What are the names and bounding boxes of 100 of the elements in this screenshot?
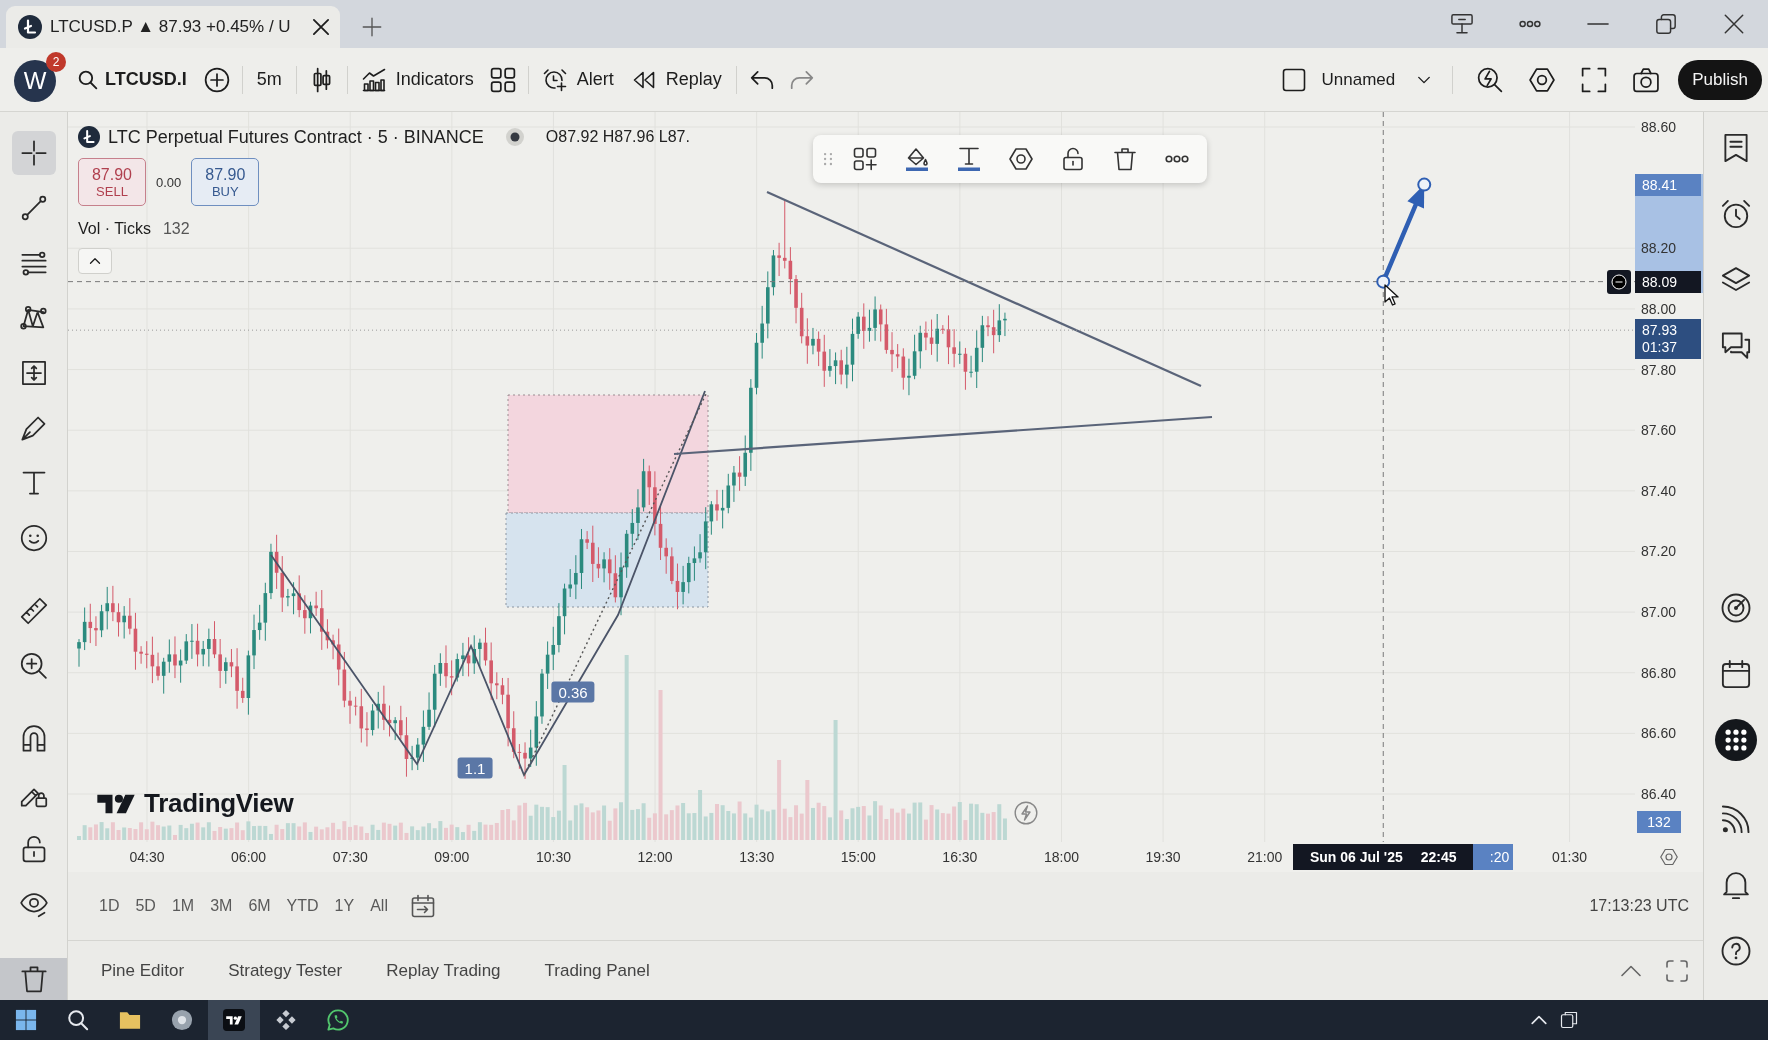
time-tick: 12:00 (637, 849, 673, 865)
coin-logo-icon (78, 126, 100, 148)
grid-icon (489, 66, 516, 93)
range-button[interactable]: 1M (164, 893, 202, 919)
time-tick: 07:30 (332, 849, 368, 865)
buy-button[interactable]: 87.90 BUY (191, 158, 260, 206)
drawing-tool-button[interactable] (11, 130, 56, 175)
time-tick: 09:00 (434, 849, 470, 865)
indicators-button[interactable]: Indicators (352, 57, 483, 102)
products-button[interactable] (1714, 718, 1758, 762)
price-tick: 87.00 (1641, 604, 1677, 621)
go-to-date-button[interactable] (410, 894, 435, 918)
chart-bars-icon (361, 67, 386, 92)
help-icon (1721, 936, 1751, 966)
coin-logo-icon (18, 15, 42, 39)
zoom-in-icon (19, 651, 48, 680)
time-tick: 16:30 (942, 849, 978, 865)
price-label: 88.41 (1635, 173, 1701, 196)
text-color-icon (957, 147, 981, 171)
lightning-icon[interactable] (1014, 801, 1038, 825)
chat-bubbles-icon (1721, 331, 1751, 361)
range-button[interactable]: 1D (92, 893, 127, 919)
lightning-search-icon (1477, 66, 1504, 93)
range-button[interactable]: 5D (128, 893, 163, 919)
restore-icon (1655, 13, 1677, 35)
last-price-label: 87.93 01:37 (1635, 319, 1701, 360)
settings-icon (1009, 147, 1033, 171)
sell-button[interactable]: 87.90 SELL (78, 158, 146, 206)
volume-indicator-name: Vol · Ticks (78, 220, 151, 238)
drawing-tool-button[interactable] (0, 958, 67, 1000)
layout-button[interactable]: Unnamed (1277, 57, 1436, 102)
price-tick: 86.60 (1641, 725, 1677, 742)
minimize-icon (1587, 22, 1609, 26)
settings-icon[interactable] (1660, 848, 1678, 866)
price-tick: 87.20 (1641, 543, 1677, 560)
search-icon (78, 69, 98, 90)
panel-tab[interactable]: Replay Trading (386, 960, 501, 981)
range-button[interactable]: YTD (279, 893, 326, 919)
volume-label: 132 (1637, 811, 1681, 833)
signal-waves-icon (1721, 804, 1751, 834)
range-button[interactable]: 1Y (327, 893, 362, 919)
bell-icon (1721, 870, 1751, 900)
spread-value: 0.00 (156, 174, 182, 190)
close-icon (1723, 13, 1745, 35)
new-tab-icon[interactable] (362, 17, 382, 37)
range-button[interactable]: 3M (203, 893, 240, 919)
bookmark-list-icon (1721, 133, 1751, 163)
crosshair-icon (19, 138, 48, 167)
panel-tab[interactable]: Trading Panel (544, 960, 650, 981)
calendar-icon (1721, 659, 1751, 689)
price-tick: 87.80 (1641, 361, 1677, 378)
ruler-icon (19, 596, 48, 625)
panel-tab[interactable]: Pine Editor (101, 960, 185, 981)
time-range-label: :20 (1473, 844, 1514, 870)
symbol-title: LTC Perpetual Futures Contract · 5 · BINANCE (108, 126, 484, 148)
four-squares-icon (15, 1009, 37, 1031)
maximize-icon[interactable] (1665, 958, 1689, 983)
tray-app-icon[interactable] (1560, 1011, 1578, 1029)
interval-button[interactable]: 5m (247, 57, 291, 102)
apps-grid-icon (1715, 719, 1757, 761)
drawn-arrow[interactable] (1376, 177, 1432, 289)
volume-indicator-value: 132 (162, 220, 190, 238)
logo-tile-icon (223, 1009, 245, 1031)
paint-bucket-icon (905, 147, 929, 171)
publish-button[interactable]: Publish (1678, 59, 1762, 100)
panel-tab[interactable]: Strategy Tester (228, 960, 343, 981)
clock-text: 17:13:23 UTC (1589, 897, 1689, 915)
cursor-icon (1384, 283, 1401, 306)
time-tick: 15:00 (840, 849, 876, 865)
search-icon (67, 1009, 89, 1031)
replay-button[interactable]: Replay (622, 57, 731, 102)
time-tick: 19:30 (1145, 849, 1181, 865)
range-button[interactable]: 6M (241, 893, 278, 919)
unlock-icon (1061, 147, 1085, 171)
taskbar-button[interactable] (208, 1000, 260, 1040)
alarm-clock-icon (542, 67, 567, 92)
grid-arrows-icon (19, 358, 48, 387)
trash-icon (19, 965, 48, 993)
trash-icon (1113, 147, 1137, 171)
crosshair-time-label: Sun 06 Jul '25 22:45 (1293, 844, 1474, 870)
close-icon[interactable] (312, 18, 330, 36)
price-tick: 87.60 (1641, 422, 1677, 439)
price-tick: 88.00 (1641, 300, 1677, 317)
time-tick: 21:00 (1247, 849, 1283, 865)
browser-tab[interactable]: LTCUSD.P ▲ 87.93 +0.45% / U (6, 6, 340, 48)
folder-icon (119, 1009, 141, 1031)
collapse-legend-button[interactable] (78, 248, 112, 274)
price-tick: 86.80 (1641, 664, 1677, 681)
chat-bubble-icon (327, 1009, 349, 1031)
plus-circle-icon (203, 66, 230, 93)
symbol-search-button[interactable]: LTCUSD.I (72, 57, 197, 102)
time-tick: 06:00 (231, 849, 267, 865)
zigzag-pattern-icon (19, 303, 48, 332)
browser-icon (171, 1009, 193, 1031)
smiley-icon (19, 523, 48, 552)
notification-badge: 2 (46, 51, 66, 72)
price-tick: 87.40 (1641, 482, 1677, 499)
alert-button[interactable]: Alert (533, 57, 623, 102)
trend-line-icon (19, 193, 48, 222)
range-button[interactable]: All (363, 893, 395, 919)
